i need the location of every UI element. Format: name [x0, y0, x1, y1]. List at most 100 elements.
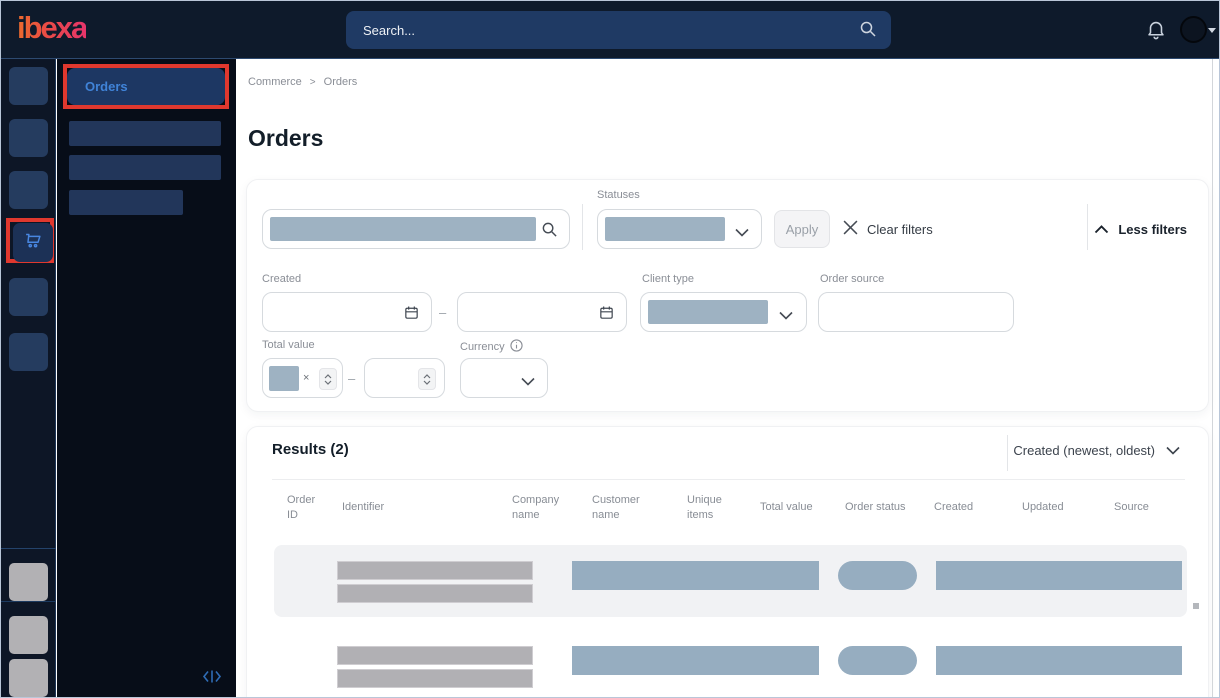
currency-label: Currency [460, 339, 523, 355]
top-bar: ibexa [1, 1, 1219, 59]
sort-label: Created (newest, oldest) [1013, 443, 1155, 458]
range-separator: – [348, 371, 356, 386]
currency-select[interactable] [460, 358, 548, 398]
clear-filters-button[interactable]: Clear filters [843, 210, 933, 248]
created-label: Created [262, 273, 302, 285]
total-value-placeholder [269, 366, 299, 391]
col-order-id: Order ID [287, 493, 316, 521]
ibexa-logo: ibexa [17, 10, 88, 45]
menu-item-placeholder-3[interactable] [69, 190, 183, 215]
less-filters-button[interactable]: Less filters [1094, 210, 1187, 248]
divider [1007, 435, 1008, 471]
results-title: Results (2) [272, 441, 349, 458]
identifier-placeholder [337, 646, 533, 665]
collapse-panel-icon[interactable] [202, 669, 222, 689]
search-icon[interactable] [859, 20, 877, 43]
client-type-value-placeholder [648, 300, 768, 324]
menu-item-placeholder-2[interactable] [69, 155, 221, 180]
chevron-up-icon [1094, 222, 1109, 237]
divider [582, 204, 583, 250]
col-company-name: Company name [512, 493, 560, 521]
breadcrumb-commerce[interactable]: Commerce [248, 76, 302, 88]
chevron-down-icon [779, 307, 793, 325]
col-identifier: Identifier [342, 501, 385, 514]
range-separator: – [439, 305, 447, 320]
identifier-placeholder [337, 561, 533, 580]
page-scrollbar[interactable] [1212, 59, 1213, 697]
status-badge [838, 561, 917, 590]
icon-rail-sidebar [1, 59, 56, 697]
cart-icon [22, 229, 44, 256]
col-created: Created [934, 501, 974, 514]
apply-button[interactable]: Apply [774, 210, 830, 248]
col-order-status: Order status [845, 501, 906, 514]
sidebar-item-commerce[interactable] [13, 223, 53, 262]
identifier-placeholder [337, 584, 533, 603]
order-source-input[interactable] [818, 292, 1014, 332]
rail-divider [1, 601, 56, 602]
table-row[interactable] [274, 630, 1187, 697]
statuses-label: Statuses [597, 189, 640, 201]
order-source-label: Order source [820, 273, 885, 285]
user-avatar[interactable] [1180, 16, 1207, 43]
global-search-input[interactable] [346, 11, 891, 49]
customer-placeholder [572, 646, 819, 675]
close-icon[interactable]: × [303, 372, 309, 384]
status-badge [838, 646, 917, 675]
total-value-max-input[interactable] [364, 358, 445, 398]
info-icon[interactable] [509, 339, 523, 355]
number-stepper[interactable] [418, 368, 436, 390]
menu-item-orders-label: Orders [85, 79, 128, 94]
col-source: Source [1114, 501, 1149, 514]
user-menu-caret-icon[interactable] [1208, 28, 1216, 33]
chevron-down-icon [735, 224, 749, 242]
annotation-highlight-commerce-icon [6, 218, 54, 263]
calendar-icon[interactable] [598, 304, 615, 326]
orders-search-input[interactable] [262, 209, 570, 249]
divider [272, 479, 1185, 480]
chevron-down-icon [521, 373, 535, 391]
menu-item-orders[interactable]: Orders [67, 68, 225, 105]
sidebar-item-1[interactable] [9, 67, 48, 105]
breadcrumb: Commerce > Orders [248, 76, 357, 88]
scrollbar-thumb[interactable] [1193, 603, 1199, 609]
rail-divider [1, 548, 56, 549]
calendar-icon[interactable] [403, 304, 420, 326]
col-updated: Updated [1022, 501, 1064, 514]
client-type-label: Client type [642, 273, 694, 285]
created-to-date-input[interactable] [457, 292, 627, 332]
sidebar-item-2[interactable] [9, 119, 48, 157]
close-icon [843, 220, 858, 238]
dates-placeholder [936, 561, 1182, 590]
created-from-date-input[interactable] [262, 292, 432, 332]
sidebar-bottom-item-1[interactable] [9, 563, 48, 601]
chevron-down-icon [1166, 443, 1180, 458]
number-stepper[interactable] [319, 368, 337, 390]
menu-item-placeholder-1[interactable] [69, 121, 221, 146]
sort-dropdown[interactable]: Created (newest, oldest) [1013, 443, 1180, 458]
sidebar-bottom-item-2[interactable] [9, 616, 48, 654]
annotation-highlight-orders-item: Orders [63, 64, 229, 109]
identifier-placeholder [337, 669, 533, 688]
col-customer-name: Customer name [592, 493, 640, 521]
statuses-select[interactable] [597, 209, 762, 249]
search-value-placeholder [270, 217, 536, 241]
sidebar-item-5[interactable] [9, 278, 48, 316]
total-value-min-input[interactable]: × [262, 358, 343, 398]
sidebar-item-6[interactable] [9, 333, 48, 371]
col-unique-items: Unique items [687, 493, 722, 521]
notifications-bell-icon[interactable] [1145, 18, 1167, 45]
client-type-select[interactable] [640, 292, 807, 332]
secondary-menu-panel [57, 59, 236, 697]
statuses-value-placeholder [605, 217, 725, 241]
filters-panel: Statuses Apply Clear filters Less filter… [246, 179, 1209, 412]
currency-label-text: Currency [460, 341, 505, 353]
main-content: Commerce > Orders Orders Statuses Apply … [236, 59, 1219, 697]
breadcrumb-separator: > [309, 76, 316, 88]
divider [1087, 204, 1088, 250]
col-total-value: Total value [760, 501, 813, 514]
breadcrumb-orders[interactable]: Orders [324, 76, 358, 88]
sidebar-item-3[interactable] [9, 171, 48, 209]
table-row[interactable] [274, 545, 1187, 617]
sidebar-bottom-item-3[interactable] [9, 659, 48, 697]
